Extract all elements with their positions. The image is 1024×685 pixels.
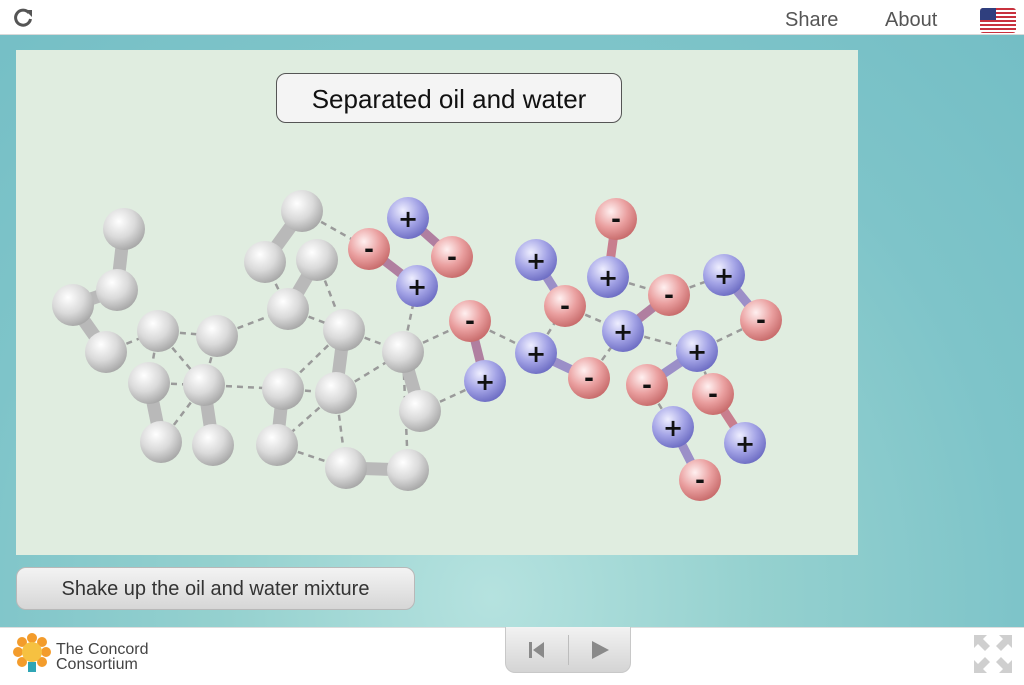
negative-atom: - — [595, 198, 637, 240]
oil-atom — [183, 364, 225, 406]
negative-atom: - — [544, 285, 586, 327]
shake-button[interactable]: Shake up the oil and water mixture — [16, 567, 415, 610]
logo-line2: Consortium — [56, 656, 138, 673]
oil-atom — [281, 190, 323, 232]
reload-icon[interactable] — [12, 7, 34, 29]
about-link[interactable]: About — [885, 9, 937, 32]
playback-controls — [505, 627, 631, 673]
share-link[interactable]: Share — [785, 9, 838, 32]
positive-atom: + — [703, 254, 745, 296]
oil-atom — [85, 331, 127, 373]
oil-atom — [140, 421, 182, 463]
negative-atom: - — [568, 357, 610, 399]
positive-atom: + — [587, 256, 629, 298]
play-icon[interactable] — [569, 627, 631, 672]
oil-atom — [244, 241, 286, 283]
oil-atom — [262, 368, 304, 410]
svg-text:+: + — [687, 338, 707, 366]
negative-atom: - — [740, 299, 782, 341]
positive-atoms: + + + + + + + + + + + — [387, 197, 766, 464]
concord-logo-icon — [13, 633, 51, 672]
oil-atom — [103, 208, 145, 250]
oil-atom — [296, 239, 338, 281]
oil-atom — [96, 269, 138, 311]
oil-atom — [323, 309, 365, 351]
oil-atom — [399, 390, 441, 432]
oil-atom — [382, 331, 424, 373]
svg-text:-: - — [664, 281, 674, 309]
negative-atom: - — [449, 300, 491, 342]
svg-text:+: + — [735, 430, 755, 458]
concord-logo[interactable]: The Concord Consortium — [12, 632, 172, 678]
svg-text:-: - — [695, 466, 705, 494]
svg-text:+: + — [663, 414, 683, 442]
svg-text:-: - — [708, 380, 718, 408]
positive-atom: + — [387, 197, 429, 239]
oil-atom — [315, 372, 357, 414]
oil-atom — [137, 310, 179, 352]
oil-atom — [52, 284, 94, 326]
positive-atom: + — [396, 265, 438, 307]
oil-atom — [192, 424, 234, 466]
negative-atom: - — [626, 364, 668, 406]
positive-atom: + — [602, 310, 644, 352]
oil-atom — [256, 424, 298, 466]
svg-text:+: + — [613, 318, 633, 346]
molecule-scene: + + + + + + + + + + + - - - - - - - - - … — [52, 190, 782, 501]
svg-text:+: + — [598, 264, 618, 292]
positive-atom: + — [724, 422, 766, 464]
us-flag-icon[interactable] — [980, 8, 1016, 33]
svg-text:+: + — [475, 368, 495, 396]
reset-icon[interactable] — [506, 627, 568, 672]
oil-atom — [387, 449, 429, 491]
oil-atom — [128, 362, 170, 404]
svg-text:-: - — [584, 364, 594, 392]
model-canvas[interactable]: + + + + + + + + + + + - - - - - - - - - … — [16, 50, 858, 555]
svg-text:+: + — [398, 205, 418, 233]
positive-atom: + — [515, 239, 557, 281]
negative-atom: - — [679, 459, 721, 501]
negative-atom: - — [431, 236, 473, 278]
negative-atom: - — [648, 274, 690, 316]
svg-text:+: + — [714, 262, 734, 290]
positive-atom: + — [464, 360, 506, 402]
svg-text:-: - — [642, 371, 652, 399]
oil-atom — [196, 315, 238, 357]
negative-atom: - — [348, 228, 390, 270]
svg-text:+: + — [407, 273, 427, 301]
top-bar: Share About — [0, 0, 1024, 35]
model-title: Separated oil and water — [276, 73, 622, 123]
negative-atom: - — [692, 373, 734, 415]
svg-text:-: - — [465, 307, 475, 335]
svg-text:+: + — [526, 247, 546, 275]
svg-text:-: - — [756, 306, 766, 334]
svg-text:+: + — [526, 340, 546, 368]
logo-line1: The Concord — [56, 641, 149, 658]
svg-text:-: - — [560, 292, 570, 320]
svg-text:-: - — [447, 243, 457, 271]
positive-atom: + — [652, 406, 694, 448]
positive-atom: + — [515, 332, 557, 374]
svg-text:-: - — [364, 235, 374, 263]
svg-text:-: - — [611, 205, 621, 233]
oil-atom — [267, 288, 309, 330]
oil-atom — [325, 447, 367, 489]
positive-atom: + — [676, 330, 718, 372]
fullscreen-icon[interactable] — [972, 633, 1014, 675]
